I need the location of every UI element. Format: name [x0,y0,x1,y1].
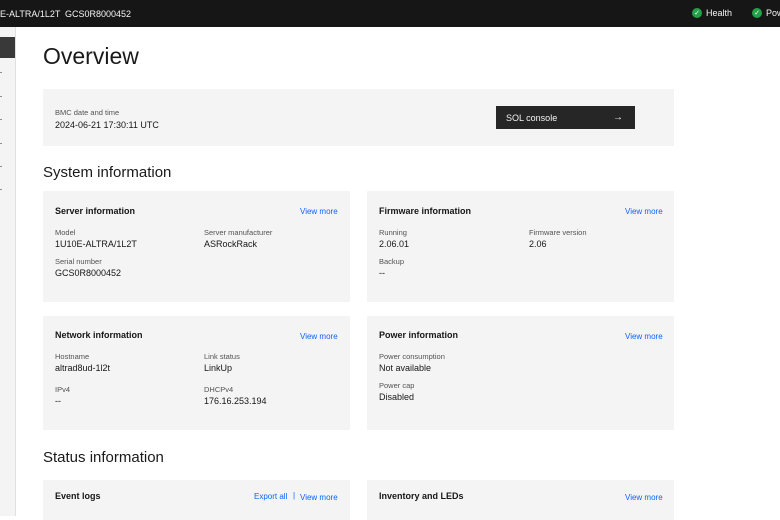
nav-item[interactable] [0,72,2,73]
server-info-title: Server information [55,206,136,216]
dhcpv4-label: DHCPv4 [204,385,234,394]
power-view-more-link[interactable]: View more [625,332,663,341]
backup-label: Backup [379,257,405,266]
inventory-title: Inventory and LEDs [379,491,464,501]
model-label: Model [55,228,76,237]
health-status[interactable]: ✓ Health [692,8,732,18]
ipv4-value: -- [55,396,61,406]
check-circle-icon: ✓ [692,8,702,18]
server-info-card: Server information View more Model 1U10E… [43,191,350,302]
network-view-more-link[interactable]: View more [300,332,338,341]
sol-console-button[interactable]: SOL console → [496,106,635,129]
server-view-more-link[interactable]: View more [300,207,338,216]
link-status-label: Link status [204,352,240,361]
sol-console-label: SOL console [506,113,558,123]
ipv4-label: IPv4 [55,385,71,394]
power-status[interactable]: ✓ Pow [752,8,780,18]
running-label: Running [379,228,407,237]
nav-item[interactable] [0,119,2,120]
power-consumption-label: Power consumption [379,352,445,361]
health-label: Health [706,8,733,18]
bmc-date-label: BMC date and time [55,108,120,117]
nav-item[interactable] [0,166,2,167]
header-model: E-ALTRA/1L2T [0,9,61,19]
hostname-value: altrad8ud-1l2t [55,363,111,373]
event-logs-card: Event logs Export all | View more [43,480,350,520]
power-info-title: Power information [379,330,459,340]
firmware-version-value: 2.06 [529,239,547,249]
app-header: E-ALTRA/1L2T GCS0R8000452 ✓ Health ✓ Pow [0,0,780,27]
power-info-card: Power information View more Power consum… [367,316,674,430]
firmware-version-label: Firmware version [529,228,587,237]
inventory-view-more-link[interactable]: View more [625,493,663,502]
inventory-card: Inventory and LEDs View more [367,480,674,520]
event-logs-title: Event logs [55,491,101,501]
section-title-system: System information [43,164,172,181]
firmware-info-card: Firmware information View more Running 2… [367,191,674,302]
nav-item[interactable] [0,189,2,190]
link-status-value: LinkUp [204,363,233,373]
power-consumption-value: Not available [379,363,432,373]
section-title-status: Status information [43,449,164,466]
dhcpv4-value: 176.16.253.194 [204,396,267,406]
power-label: Pow [766,8,780,18]
model-value: 1U10E-ALTRA/1L2T [55,239,137,249]
firmware-info-title: Firmware information [379,206,472,216]
events-view-more-link[interactable]: View more [300,493,338,502]
power-cap-label: Power cap [379,381,415,390]
manufacturer-value: ASRockRack [204,239,258,249]
page-title: Overview [43,43,139,69]
running-value: 2.06.01 [379,239,410,249]
serial-label: Serial number [55,257,102,266]
export-all-link[interactable]: Export all [254,492,287,501]
link-separator: | [293,491,296,500]
manufacturer-label: Server manufacturer [204,228,273,237]
nav-item-overview[interactable] [0,37,15,58]
side-navigation [0,27,16,516]
main-content: Overview BMC date and time 2024-06-21 17… [16,27,780,520]
arrow-right-icon: → [613,112,623,123]
check-circle-icon: ✓ [752,8,762,18]
nav-item[interactable] [0,96,2,97]
network-info-title: Network information [55,330,143,340]
nav-item[interactable] [0,143,2,144]
bmc-date-value: 2024-06-21 17:30:11 UTC [55,120,159,130]
backup-value: -- [379,268,385,278]
firmware-view-more-link[interactable]: View more [625,207,663,216]
network-info-card: Network information View more Hostname a… [43,316,350,430]
serial-value: GCS0R8000452 [55,268,122,278]
header-serial: GCS0R8000452 [65,9,132,19]
hostname-label: Hostname [55,352,90,361]
power-cap-value: Disabled [379,392,415,402]
